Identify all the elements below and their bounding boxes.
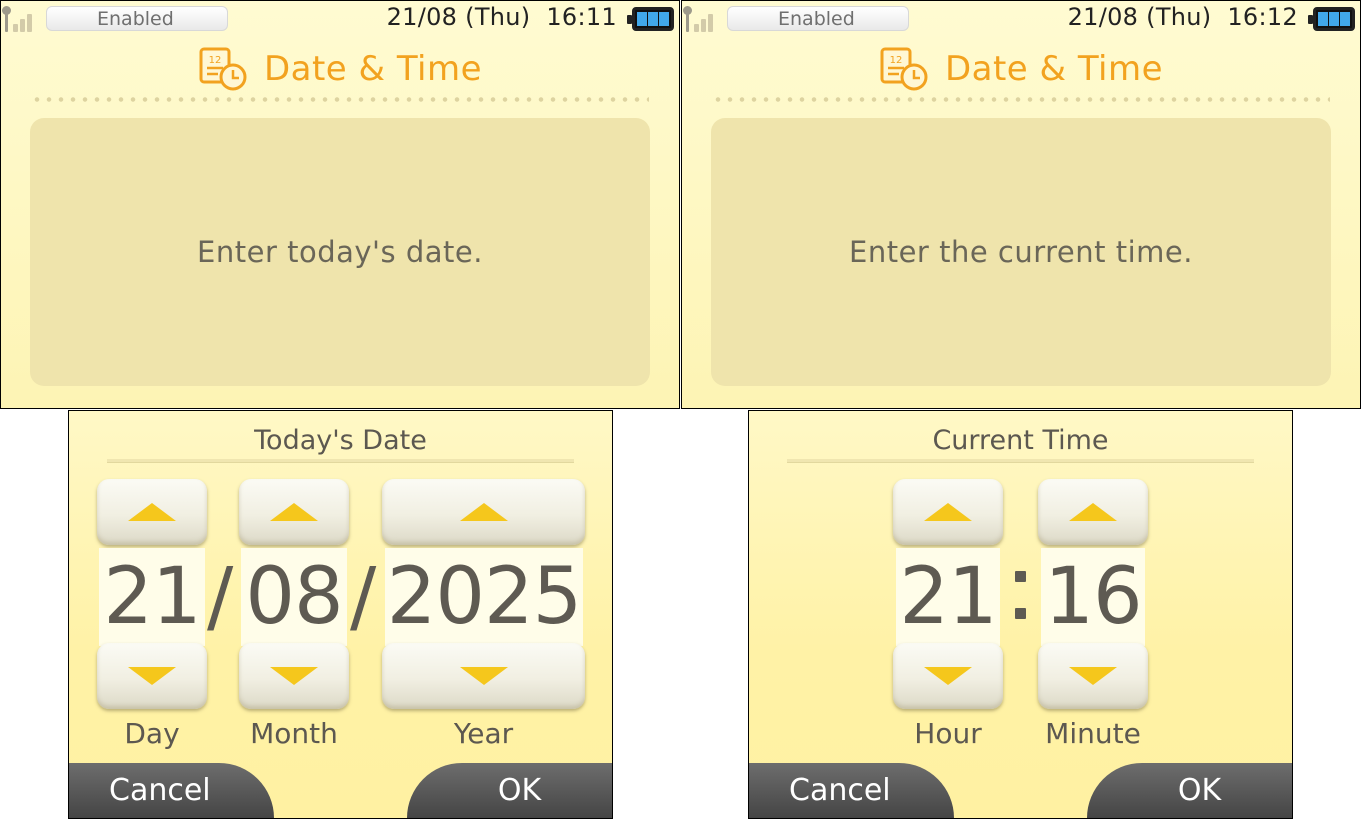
month-down-button[interactable] [239,643,349,709]
status-clock: 21/08 (Thu) 16:11 [387,3,617,31]
arrow-down-icon [924,667,972,685]
wireless-status-label: Enabled [97,8,174,30]
title-text: Date & Time [944,49,1164,89]
arrow-down-icon [1069,667,1117,685]
day-label: Day [124,717,180,750]
screen-title: Current Time [932,425,1109,456]
status-bar: Enabled 21/08 (Thu) 16:11 [1,1,679,37]
month-up-button[interactable] [239,479,349,545]
page-title: 12 Date & Time [682,45,1360,93]
signal-strength-icon [2,6,39,32]
status-bar: Enabled 21/08 (Thu) 16:12 [682,1,1360,37]
status-clock: 21/08 (Thu) 16:12 [1068,3,1298,31]
hour-up-button[interactable] [893,479,1003,545]
message-panel: Enter today's date. [30,118,650,386]
minute-label: Minute [1045,717,1141,750]
status-date: 21/08 (Thu) [386,3,531,31]
year-up-button[interactable] [382,479,585,545]
battery-icon [627,7,674,31]
title-underline [107,459,574,463]
date-entry-screen: Today's Date 21 / 08 / 2025 Day Month Ye… [68,410,613,819]
screen-title: Today's Date [254,425,427,456]
status-date: 21/08 (Thu) [1067,3,1212,31]
cancel-button[interactable]: Cancel [69,763,274,818]
signal-strength-icon [683,6,720,32]
cancel-button[interactable]: Cancel [749,763,954,818]
hour-value: 21 [896,548,1000,646]
top-screen-time: Enabled 21/08 (Thu) 16:12 12 Date & Time… [681,0,1361,409]
status-time: 16:11 [546,3,617,31]
status-time: 16:12 [1227,3,1298,31]
wireless-status: Enabled [727,6,909,31]
date-separator: / [350,552,377,642]
month-label: Month [250,717,338,750]
message-panel: Enter the current time. [711,118,1331,386]
day-down-button[interactable] [97,643,207,709]
arrow-up-icon [1069,503,1117,521]
hour-down-button[interactable] [893,643,1003,709]
instruction-text: Enter today's date. [197,235,483,269]
time-colon [1015,571,1029,645]
svg-text:12: 12 [209,55,222,66]
ok-button[interactable]: OK [407,763,612,818]
minute-value: 16 [1041,548,1145,646]
title-text: Date & Time [263,49,483,89]
wireless-status-label: Enabled [778,8,855,30]
wireless-status: Enabled [46,6,228,31]
year-down-button[interactable] [382,643,585,709]
arrow-up-icon [459,503,508,521]
time-entry-screen: Current Time 21 16 Hour Minute Cancel OK [748,410,1293,819]
calendar-clock-icon: 12 [198,45,250,93]
day-value: 21 [99,548,205,646]
year-value: 2025 [385,548,583,646]
dotted-divider [31,97,649,102]
year-label: Year [453,717,514,750]
top-screen-date: Enabled 21/08 (Thu) 16:11 12 Date & Time… [0,0,680,409]
minute-down-button[interactable] [1038,643,1148,709]
svg-text:12: 12 [890,55,903,66]
minute-up-button[interactable] [1038,479,1148,545]
arrow-down-icon [459,667,508,685]
arrow-up-icon [270,503,318,521]
dotted-divider [712,97,1330,102]
calendar-clock-icon: 12 [879,45,931,93]
date-separator: / [207,552,234,642]
hour-label: Hour [914,717,982,750]
month-value: 08 [241,548,347,646]
day-up-button[interactable] [97,479,207,545]
arrow-down-icon [270,667,318,685]
battery-icon [1308,7,1355,31]
page-title: 12 Date & Time [1,45,679,93]
arrow-up-icon [924,503,972,521]
arrow-down-icon [128,667,176,685]
arrow-up-icon [128,503,176,521]
instruction-text: Enter the current time. [849,235,1193,269]
title-underline [787,459,1254,463]
ok-button[interactable]: OK [1087,763,1292,818]
